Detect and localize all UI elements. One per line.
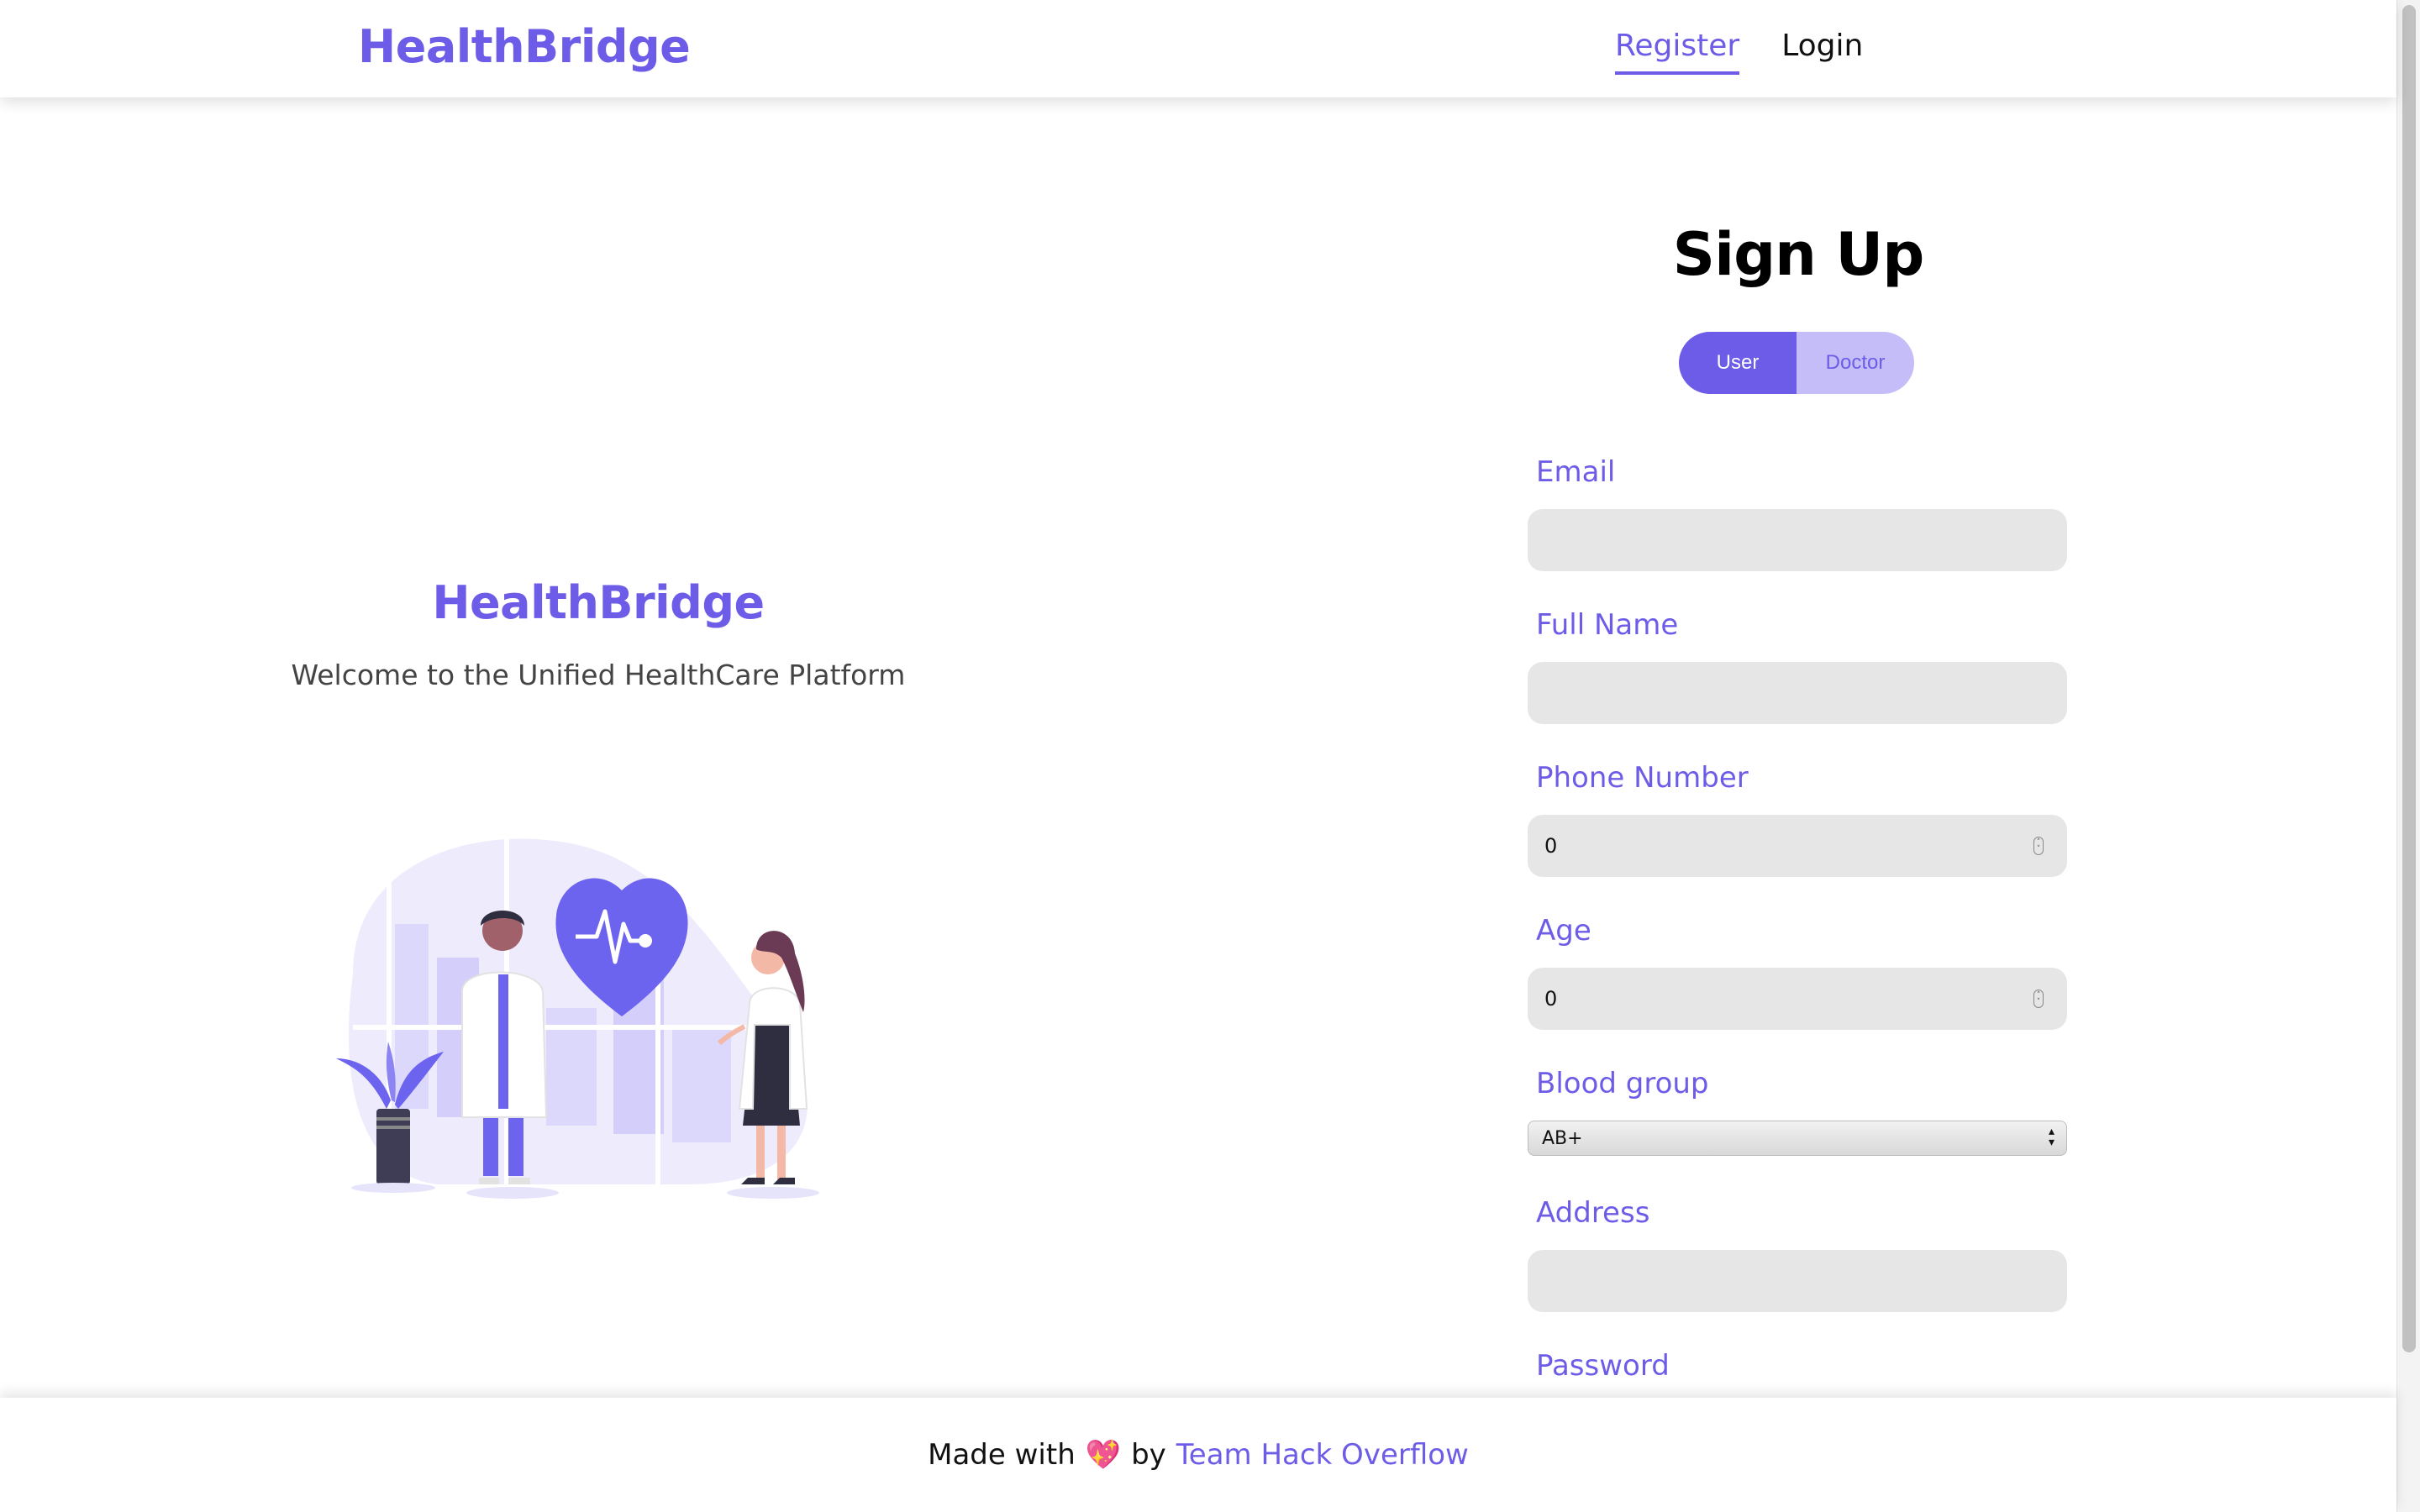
footer: Made with 💖 by Team Hack Overflow <box>0 1398 2396 1512</box>
blood-group-select[interactable]: AB+ ▴ ▾ <box>1528 1121 2067 1156</box>
full-name-field[interactable] <box>1528 662 2067 724</box>
age-field[interactable]: 0 ˄ ˅ <box>1528 968 2067 1030</box>
phone-value: 0 <box>1544 834 1558 858</box>
blood-group-value: AB+ <box>1542 1127 1583 1149</box>
team-link[interactable]: Team Hack Overflow <box>1176 1438 1469 1472</box>
select-arrows-icon: ▴ ▾ <box>2048 1125 2054 1149</box>
phone-stepper-icon[interactable]: ˄ ˅ <box>2033 837 2044 855</box>
nav-links: Register Login <box>1615 29 1863 75</box>
hero-title: HealthBridge <box>432 576 765 629</box>
nav-register-link[interactable]: Register <box>1615 29 1740 75</box>
phone-label: Phone Number <box>1536 761 1749 795</box>
page: HealthBridge Register Login HealthBridge… <box>0 0 2420 1512</box>
full-name-label: Full Name <box>1536 608 1679 642</box>
brand-logo[interactable]: HealthBridge <box>358 20 691 73</box>
blood-group-label: Blood group <box>1536 1067 1709 1100</box>
nav-login-link[interactable]: Login <box>1781 29 1863 75</box>
sparkling-heart-icon: 💖 <box>1085 1438 1122 1472</box>
role-toggle: User Doctor <box>1679 332 1914 394</box>
age-stepper-icon[interactable]: ˄ ˅ <box>2033 990 2044 1008</box>
footer-made-with: Made with <box>928 1438 1076 1472</box>
signup-title: Sign Up <box>1672 220 1925 289</box>
role-user-button[interactable]: User <box>1679 332 1797 394</box>
email-field[interactable] <box>1528 509 2067 571</box>
navbar: HealthBridge Register Login <box>0 0 2396 97</box>
page-scrollbar[interactable] <box>2396 0 2420 1512</box>
scrollbar-thumb[interactable] <box>2402 5 2416 1352</box>
footer-by: by <box>1131 1438 1166 1472</box>
address-label: Address <box>1536 1196 1650 1230</box>
age-value: 0 <box>1544 987 1558 1011</box>
email-label: Email <box>1536 455 1616 489</box>
age-label: Age <box>1536 914 1591 948</box>
doctors-illustration <box>336 832 823 1199</box>
hero-subtitle: Welcome to the Unified HealthCare Platfo… <box>291 659 906 691</box>
signup-form: Email Full Name Phone Number 0 ˄ ˅ Age 0 … <box>1528 452 2067 1499</box>
address-field[interactable] <box>1528 1250 2067 1312</box>
role-doctor-button[interactable]: Doctor <box>1797 332 1914 394</box>
phone-field[interactable]: 0 ˄ ˅ <box>1528 815 2067 877</box>
password-label: Password <box>1536 1349 1670 1383</box>
